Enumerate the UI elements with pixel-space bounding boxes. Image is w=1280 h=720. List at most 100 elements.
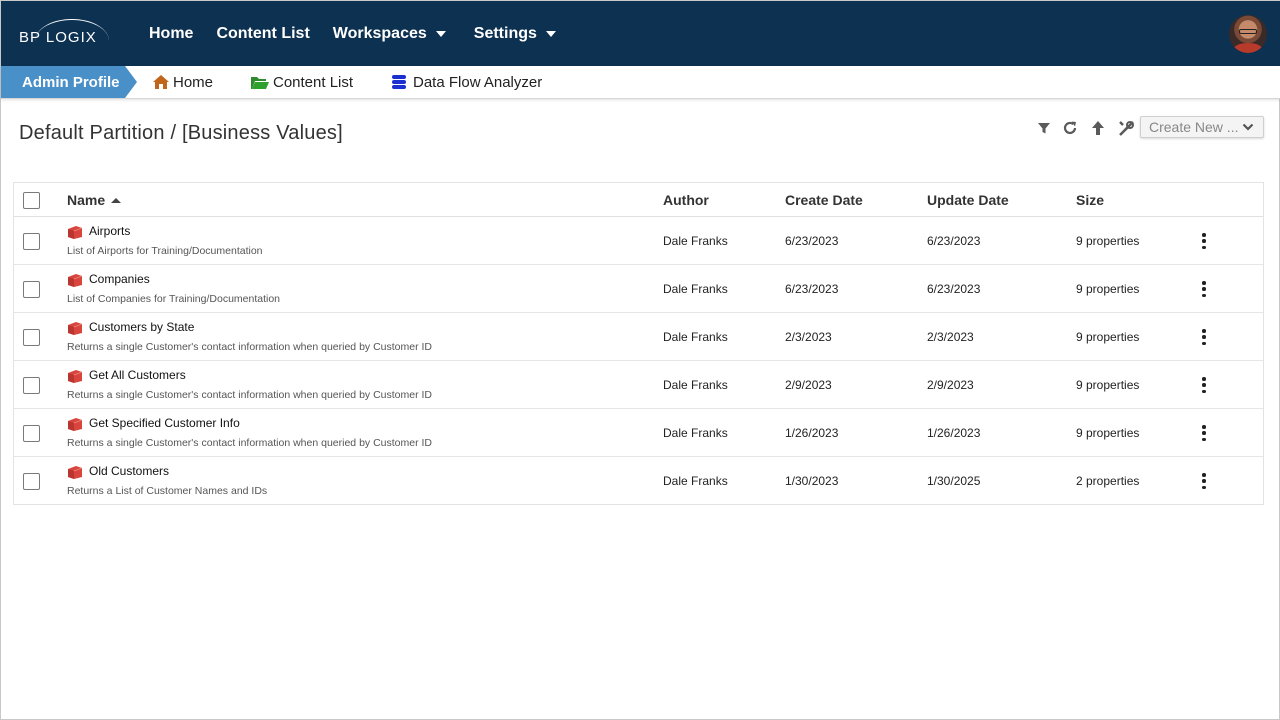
shortcut-content-list[interactable]: Content List <box>250 66 353 98</box>
row-name-link[interactable]: Get All Customers <box>89 368 186 382</box>
row-actions-menu-icon[interactable] <box>1196 280 1212 298</box>
tools-icon <box>1118 120 1134 136</box>
upload-button[interactable] <box>1088 118 1108 138</box>
row-checkbox[interactable] <box>23 329 40 346</box>
row-update-date: 1/30/2025 <box>927 474 981 488</box>
column-header-name[interactable]: Name <box>67 183 122 217</box>
row-name-link[interactable]: Airports <box>89 224 130 238</box>
create-new-dropdown[interactable]: Create New ... <box>1140 116 1264 138</box>
row-update-date: 2/3/2023 <box>927 330 974 344</box>
row-size: 9 properties <box>1076 330 1140 344</box>
create-new-label: Create New ... <box>1149 119 1239 135</box>
row-author: Dale Franks <box>663 426 728 440</box>
row-checkbox[interactable] <box>23 473 40 490</box>
row-create-date: 6/23/2023 <box>785 282 839 296</box>
table-row[interactable]: Get Specified Customer Info Returns a si… <box>14 409 1263 457</box>
row-update-date: 6/23/2023 <box>927 282 981 296</box>
row-name-link[interactable]: Old Customers <box>89 464 169 478</box>
bp-logix-logo[interactable]: BP LOGIX <box>19 19 109 47</box>
column-header-author[interactable]: Author <box>663 183 709 217</box>
content-table: Name Author Create Date Update Date Size… <box>13 182 1264 505</box>
row-create-date: 1/30/2023 <box>785 474 839 488</box>
row-author: Dale Franks <box>663 234 728 248</box>
row-actions-menu-icon[interactable] <box>1196 232 1212 250</box>
row-size: 9 properties <box>1076 234 1140 248</box>
column-header-size[interactable]: Size <box>1076 183 1104 217</box>
shortcut-data-flow-analyzer-label: Data Flow Analyzer <box>413 73 543 91</box>
refresh-button[interactable] <box>1060 118 1080 138</box>
chevron-down-icon <box>1242 123 1254 131</box>
row-author: Dale Franks <box>663 282 728 296</box>
shortcut-data-flow-analyzer[interactable]: Data Flow Analyzer <box>390 66 542 98</box>
upload-icon <box>1092 121 1104 135</box>
folder-open-icon <box>251 77 269 89</box>
row-checkbox[interactable] <box>23 425 40 442</box>
business-value-icon <box>68 418 83 431</box>
page-title: Default Partition / [Business Values] <box>19 122 343 144</box>
shortcut-home[interactable]: Home <box>152 66 213 98</box>
shortcut-bar: Admin Profile Home Content List Data Flo… <box>1 66 1280 99</box>
row-author: Dale Franks <box>663 330 728 344</box>
avatar-shirt <box>1233 43 1263 53</box>
row-description: Returns a single Customer's contact info… <box>67 389 433 401</box>
row-create-date: 2/9/2023 <box>785 378 832 392</box>
row-description: List of Airports for Training/Documentat… <box>67 245 263 257</box>
row-actions-menu-icon[interactable] <box>1196 376 1212 394</box>
main-nav: Home Content List Workspaces Settings <box>149 1 579 66</box>
row-name-link[interactable]: Customers by State <box>89 320 194 334</box>
row-size: 9 properties <box>1076 426 1140 440</box>
row-actions-menu-icon[interactable] <box>1196 328 1212 346</box>
row-actions-menu-icon[interactable] <box>1196 472 1212 490</box>
row-description: Returns a single Customer's contact info… <box>67 341 433 353</box>
logo-text: BP LOGIX <box>19 29 97 46</box>
row-checkbox[interactable] <box>23 233 40 250</box>
nav-workspaces-label: Workspaces <box>332 24 427 42</box>
table-row[interactable]: Companies List of Companies for Training… <box>14 265 1263 313</box>
row-name-link[interactable]: Get Specified Customer Info <box>89 416 240 430</box>
nav-content-list[interactable]: Content List <box>216 25 309 43</box>
column-header-update-date[interactable]: Update Date <box>927 183 1009 217</box>
nav-home-label: Home <box>149 24 194 42</box>
row-create-date: 1/26/2023 <box>785 426 839 440</box>
nav-settings[interactable]: Settings <box>474 25 556 43</box>
shortcut-content-list-label: Content List <box>273 73 354 91</box>
row-update-date: 2/9/2023 <box>927 378 974 392</box>
row-update-date: 1/26/2023 <box>927 426 981 440</box>
database-icon <box>392 75 406 89</box>
column-header-create-date[interactable]: Create Date <box>785 183 863 217</box>
filter-button[interactable] <box>1034 118 1054 138</box>
nav-settings-label: Settings <box>473 24 537 42</box>
business-value-icon <box>68 466 83 479</box>
row-update-date: 6/23/2023 <box>927 234 981 248</box>
admin-profile-tab[interactable]: Admin Profile <box>1 66 137 98</box>
select-all-checkbox[interactable] <box>23 192 40 209</box>
sort-ascending-icon <box>111 198 122 203</box>
table-row[interactable]: Airports List of Airports for Training/D… <box>14 217 1263 265</box>
tools-button[interactable] <box>1116 118 1136 138</box>
row-description: Returns a single Customer's contact info… <box>67 437 433 449</box>
nav-home[interactable]: Home <box>149 25 193 43</box>
row-checkbox[interactable] <box>23 377 40 394</box>
filter-icon <box>1038 123 1050 134</box>
business-value-icon <box>68 226 83 239</box>
nav-content-list-label: Content List <box>216 24 310 42</box>
table-header: Name Author Create Date Update Date Size <box>14 183 1263 217</box>
user-avatar[interactable] <box>1229 15 1267 53</box>
row-actions-menu-icon[interactable] <box>1196 424 1212 442</box>
home-icon <box>153 75 169 89</box>
table-row[interactable]: Customers by State Returns a single Cust… <box>14 313 1263 361</box>
nav-workspaces[interactable]: Workspaces <box>333 25 446 43</box>
business-value-icon <box>68 370 83 383</box>
row-size: 2 properties <box>1076 474 1140 488</box>
row-name-link[interactable]: Companies <box>89 272 150 286</box>
row-size: 9 properties <box>1076 282 1140 296</box>
business-value-icon <box>68 274 83 287</box>
table-row[interactable]: Get All Customers Returns a single Custo… <box>14 361 1263 409</box>
business-value-icon <box>68 322 83 335</box>
column-header-name-label: Name <box>67 192 106 208</box>
row-author: Dale Franks <box>663 474 728 488</box>
top-navigation-bar: BP LOGIX Home Content List Workspaces Se… <box>1 1 1280 66</box>
table-row[interactable]: Old Customers Returns a List of Customer… <box>14 457 1263 505</box>
refresh-icon <box>1063 121 1077 135</box>
row-checkbox[interactable] <box>23 281 40 298</box>
